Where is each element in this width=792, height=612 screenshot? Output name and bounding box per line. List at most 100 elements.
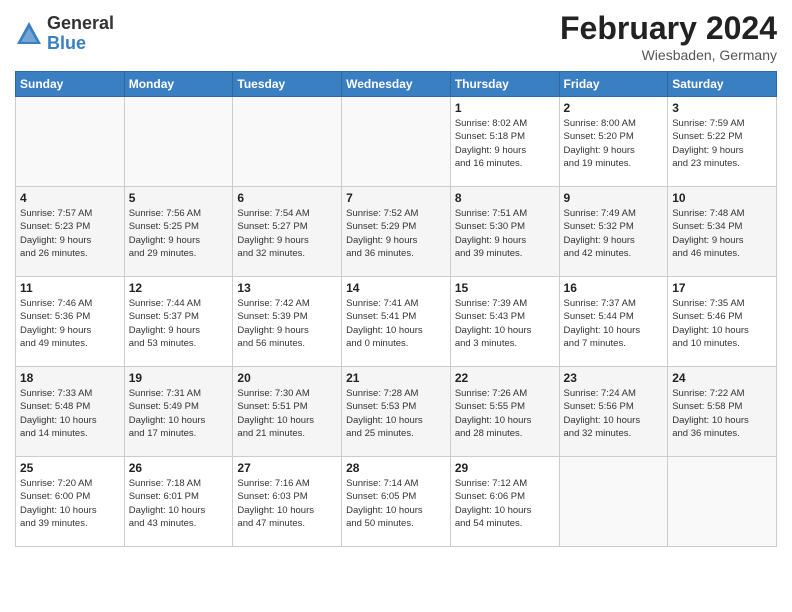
day-number: 12: [129, 281, 229, 295]
calendar-cell: [16, 97, 125, 187]
day-number: 6: [237, 191, 337, 205]
day-number: 14: [346, 281, 446, 295]
week-row-4: 18Sunrise: 7:33 AMSunset: 5:48 PMDayligh…: [16, 367, 777, 457]
logo-blue: Blue: [47, 34, 114, 54]
calendar-cell: [559, 457, 668, 547]
day-info: Sunrise: 7:20 AMSunset: 6:00 PMDaylight:…: [20, 477, 120, 530]
calendar-cell: 23 Sunrise: 7:24 AMSunset: 5:56 PMDayligh…: [559, 367, 668, 457]
calendar-cell: 19 Sunrise: 7:31 AMSunset: 5:49 PMDayligh…: [124, 367, 233, 457]
day-number: 11: [20, 281, 120, 295]
calendar-cell: 14 Sunrise: 7:41 AMSunset: 5:41 PMDayligh…: [342, 277, 451, 367]
day-info: Sunrise: 7:31 AMSunset: 5:49 PMDaylight:…: [129, 387, 229, 440]
calendar-cell: [342, 97, 451, 187]
week-row-3: 11 Sunrise: 7:46 AMSunset: 5:36 PMDayligh…: [16, 277, 777, 367]
day-header-friday: Friday: [559, 72, 668, 97]
day-number: 2: [564, 101, 664, 115]
logo: General Blue: [15, 14, 114, 54]
calendar-cell: 1 Sunrise: 8:02 AMSunset: 5:18 PMDaylight…: [450, 97, 559, 187]
calendar-cell: 20 Sunrise: 7:30 AMSunset: 5:51 PMDayligh…: [233, 367, 342, 457]
calendar-cell: [668, 457, 777, 547]
calendar-cell: 7 Sunrise: 7:52 AMSunset: 5:29 PMDaylight…: [342, 187, 451, 277]
calendar-cell: 4 Sunrise: 7:57 AMSunset: 5:23 PMDaylight…: [16, 187, 125, 277]
day-number: 17: [672, 281, 772, 295]
calendar-cell: 24 Sunrise: 7:22 AMSunset: 5:58 PMDayligh…: [668, 367, 777, 457]
day-info: Sunrise: 7:42 AMSunset: 5:39 PMDaylight:…: [237, 297, 337, 350]
day-number: 20: [237, 371, 337, 385]
day-info: Sunrise: 7:22 AMSunset: 5:58 PMDaylight:…: [672, 387, 772, 440]
day-number: 22: [455, 371, 555, 385]
header-row: SundayMondayTuesdayWednesdayThursdayFrid…: [16, 72, 777, 97]
day-info: Sunrise: 7:30 AMSunset: 5:51 PMDaylight:…: [237, 387, 337, 440]
calendar-cell: 13Sunrise: 7:42 AMSunset: 5:39 PMDayligh…: [233, 277, 342, 367]
month-year: February 2024: [560, 10, 777, 47]
calendar-cell: 9 Sunrise: 7:49 AMSunset: 5:32 PMDaylight…: [559, 187, 668, 277]
logo-text: General Blue: [47, 14, 114, 54]
day-number: 25: [20, 461, 120, 475]
calendar-cell: 25 Sunrise: 7:20 AMSunset: 6:00 PMDayligh…: [16, 457, 125, 547]
day-info: Sunrise: 7:28 AMSunset: 5:53 PMDaylight:…: [346, 387, 446, 440]
calendar-cell: 26 Sunrise: 7:18 AMSunset: 6:01 PMDayligh…: [124, 457, 233, 547]
day-info: Sunrise: 7:37 AMSunset: 5:44 PMDaylight:…: [564, 297, 664, 350]
day-number: 9: [564, 191, 664, 205]
calendar-cell: 11 Sunrise: 7:46 AMSunset: 5:36 PMDayligh…: [16, 277, 125, 367]
calendar-cell: 18Sunrise: 7:33 AMSunset: 5:48 PMDayligh…: [16, 367, 125, 457]
calendar-cell: 15 Sunrise: 7:39 AMSunset: 5:43 PMDayligh…: [450, 277, 559, 367]
day-info: Sunrise: 7:39 AMSunset: 5:43 PMDaylight:…: [455, 297, 555, 350]
day-info: Sunrise: 7:51 AMSunset: 5:30 PMDaylight:…: [455, 207, 555, 260]
day-info: Sunrise: 7:48 AMSunset: 5:34 PMDaylight:…: [672, 207, 772, 260]
day-number: 23: [564, 371, 664, 385]
day-number: 5: [129, 191, 229, 205]
calendar-cell: 3Sunrise: 7:59 AMSunset: 5:22 PMDaylight…: [668, 97, 777, 187]
day-info: Sunrise: 7:52 AMSunset: 5:29 PMDaylight:…: [346, 207, 446, 260]
calendar-cell: 21Sunrise: 7:28 AMSunset: 5:53 PMDayligh…: [342, 367, 451, 457]
calendar-cell: 29Sunrise: 7:12 AMSunset: 6:06 PMDayligh…: [450, 457, 559, 547]
day-info: Sunrise: 7:26 AMSunset: 5:55 PMDaylight:…: [455, 387, 555, 440]
day-number: 15: [455, 281, 555, 295]
day-info: Sunrise: 7:44 AMSunset: 5:37 PMDaylight:…: [129, 297, 229, 350]
day-info: Sunrise: 8:02 AMSunset: 5:18 PMDaylight:…: [455, 117, 555, 170]
day-number: 8: [455, 191, 555, 205]
day-info: Sunrise: 7:56 AMSunset: 5:25 PMDaylight:…: [129, 207, 229, 260]
day-info: Sunrise: 7:41 AMSunset: 5:41 PMDaylight:…: [346, 297, 446, 350]
day-info: Sunrise: 7:54 AMSunset: 5:27 PMDaylight:…: [237, 207, 337, 260]
week-row-5: 25 Sunrise: 7:20 AMSunset: 6:00 PMDayligh…: [16, 457, 777, 547]
week-row-1: 1 Sunrise: 8:02 AMSunset: 5:18 PMDaylight…: [16, 97, 777, 187]
day-number: 24: [672, 371, 772, 385]
day-info: Sunrise: 7:46 AMSunset: 5:36 PMDaylight:…: [20, 297, 120, 350]
day-info: Sunrise: 7:14 AMSunset: 6:05 PMDaylight:…: [346, 477, 446, 530]
day-number: 28: [346, 461, 446, 475]
day-number: 10: [672, 191, 772, 205]
day-number: 26: [129, 461, 229, 475]
calendar-cell: 16 Sunrise: 7:37 AMSunset: 5:44 PMDayligh…: [559, 277, 668, 367]
calendar-cell: 22 Sunrise: 7:26 AMSunset: 5:55 PMDayligh…: [450, 367, 559, 457]
location: Wiesbaden, Germany: [560, 47, 777, 63]
calendar-cell: 27Sunrise: 7:16 AMSunset: 6:03 PMDayligh…: [233, 457, 342, 547]
day-number: 27: [237, 461, 337, 475]
week-row-2: 4 Sunrise: 7:57 AMSunset: 5:23 PMDaylight…: [16, 187, 777, 277]
day-number: 16: [564, 281, 664, 295]
day-number: 29: [455, 461, 555, 475]
day-info: Sunrise: 7:57 AMSunset: 5:23 PMDaylight:…: [20, 207, 120, 260]
day-header-wednesday: Wednesday: [342, 72, 451, 97]
logo-general: General: [47, 14, 114, 34]
day-number: 7: [346, 191, 446, 205]
page-header: General Blue February 2024 Wiesbaden, Ge…: [15, 10, 777, 63]
day-info: Sunrise: 7:35 AMSunset: 5:46 PMDaylight:…: [672, 297, 772, 350]
calendar-cell: [124, 97, 233, 187]
calendar-cell: 6 Sunrise: 7:54 AMSunset: 5:27 PMDaylight…: [233, 187, 342, 277]
day-header-saturday: Saturday: [668, 72, 777, 97]
calendar-cell: 2Sunrise: 8:00 AMSunset: 5:20 PMDaylight…: [559, 97, 668, 187]
day-number: 1: [455, 101, 555, 115]
day-info: Sunrise: 7:49 AMSunset: 5:32 PMDaylight:…: [564, 207, 664, 260]
day-number: 3: [672, 101, 772, 115]
day-number: 4: [20, 191, 120, 205]
calendar-table: SundayMondayTuesdayWednesdayThursdayFrid…: [15, 71, 777, 547]
day-info: Sunrise: 7:24 AMSunset: 5:56 PMDaylight:…: [564, 387, 664, 440]
calendar-cell: [233, 97, 342, 187]
calendar-cell: 8 Sunrise: 7:51 AMSunset: 5:30 PMDaylight…: [450, 187, 559, 277]
day-header-monday: Monday: [124, 72, 233, 97]
day-number: 18: [20, 371, 120, 385]
day-number: 19: [129, 371, 229, 385]
title-block: February 2024 Wiesbaden, Germany: [560, 10, 777, 63]
day-info: Sunrise: 7:18 AMSunset: 6:01 PMDaylight:…: [129, 477, 229, 530]
